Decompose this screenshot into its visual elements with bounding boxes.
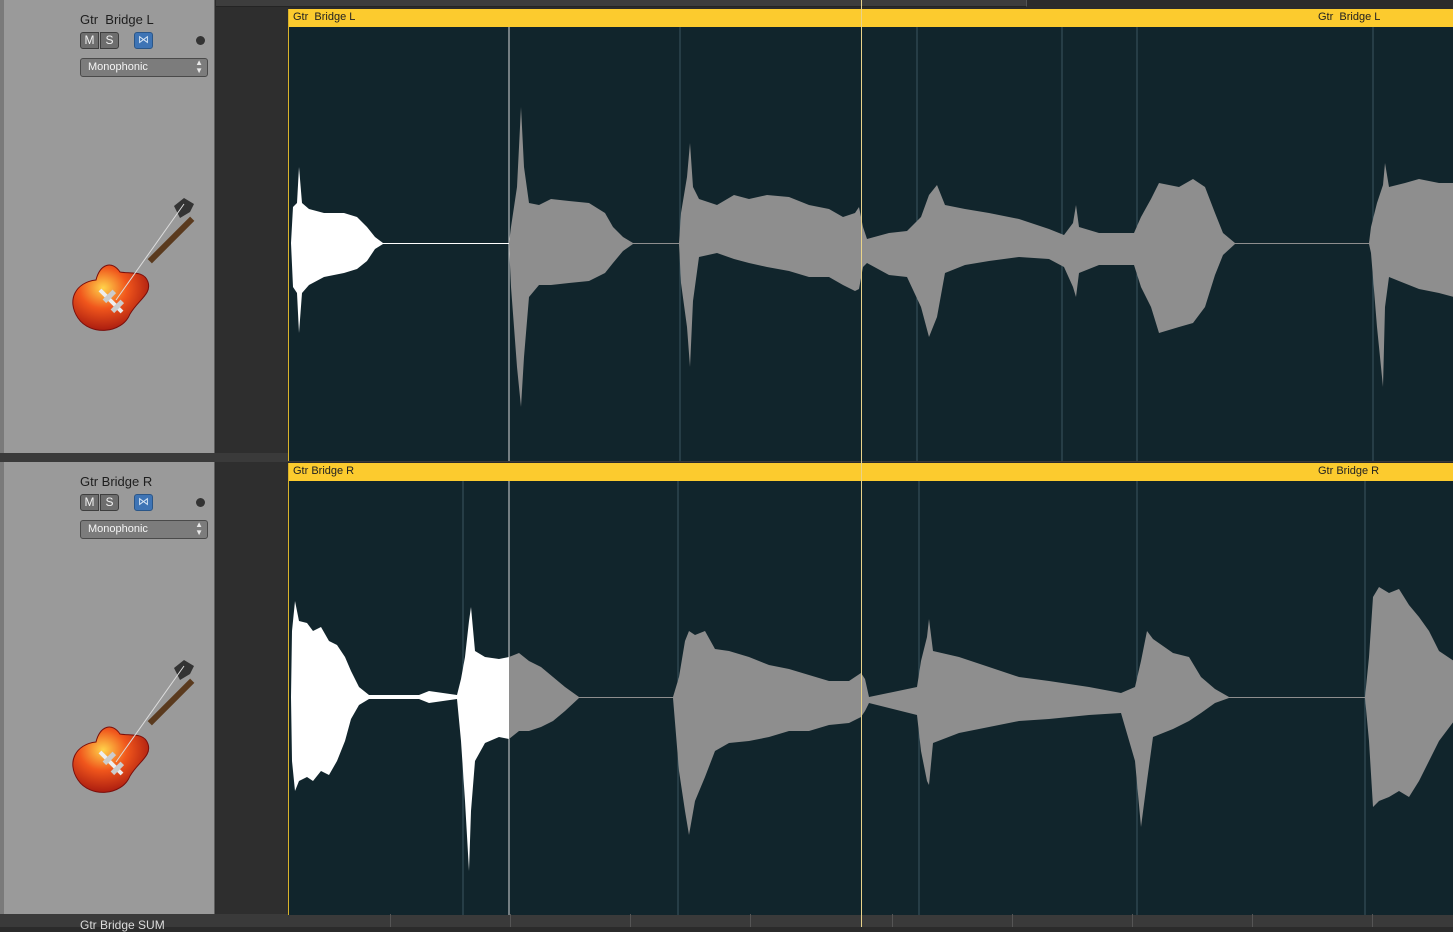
track-divider [0,914,1453,927]
bar-tick [750,914,751,927]
audio-region-gtr-bridge-l[interactable]: Gtr Bridge L Gtr Bridge L [288,9,1453,461]
select-arrows-icon: ▲ ▼ [195,520,203,537]
track-header-gtr-bridge-l[interactable]: Gtr Bridge L M S ⋈ Monophonic ▲ ▼ [4,0,215,453]
bar-tick [1372,914,1373,927]
waveform [291,27,1453,461]
ruler-scroll-strip[interactable] [216,0,1027,7]
mute-button[interactable]: M [80,494,99,511]
flex-mode-value: Monophonic [88,523,148,535]
region-title: Gtr Bridge R [293,465,355,477]
bar-tick [390,914,391,927]
track-header-gtr-bridge-r[interactable]: Gtr Bridge R M S ⋈ Monophonic ▲ ▼ [4,462,215,915]
bar-tick [510,914,511,927]
record-enable-dot[interactable] [196,36,205,45]
electric-guitar-icon [56,190,206,340]
electric-guitar-icon [56,652,206,802]
next-track-name[interactable]: Gtr Bridge SUM [80,918,165,932]
bar-tick [1132,914,1133,927]
record-enable-dot[interactable] [196,498,205,507]
waveform [291,481,1453,915]
region-header[interactable] [289,9,1453,27]
region-title: Gtr Bridge L [293,11,356,23]
bar-tick [630,914,631,927]
flex-button[interactable]: ⋈ [134,32,153,49]
region-title: Gtr Bridge L [1318,11,1381,23]
mute-button[interactable]: M [80,32,99,49]
select-arrows-icon: ▲ ▼ [195,58,203,75]
region-header[interactable] [289,463,1453,481]
bar-tick [1012,914,1013,927]
track-name[interactable]: Gtr Bridge R [80,474,152,489]
flex-mode-select[interactable]: Monophonic ▲ ▼ [80,520,208,539]
bar-tick [1252,914,1253,927]
flex-button[interactable]: ⋈ [134,494,153,511]
solo-button[interactable]: S [100,32,119,49]
bar-tick [892,914,893,927]
flex-mode-select[interactable]: Monophonic ▲ ▼ [80,58,208,77]
track-name[interactable]: Gtr Bridge L [80,12,154,27]
audio-region-gtr-bridge-r[interactable]: Gtr Bridge R Gtr Bridge R [288,463,1453,915]
flex-mode-value: Monophonic [88,61,148,73]
region-title: Gtr Bridge R [1318,465,1380,477]
arrange-empty-area[interactable] [216,0,288,927]
solo-button[interactable]: S [100,494,119,511]
playhead-line[interactable] [861,0,862,927]
